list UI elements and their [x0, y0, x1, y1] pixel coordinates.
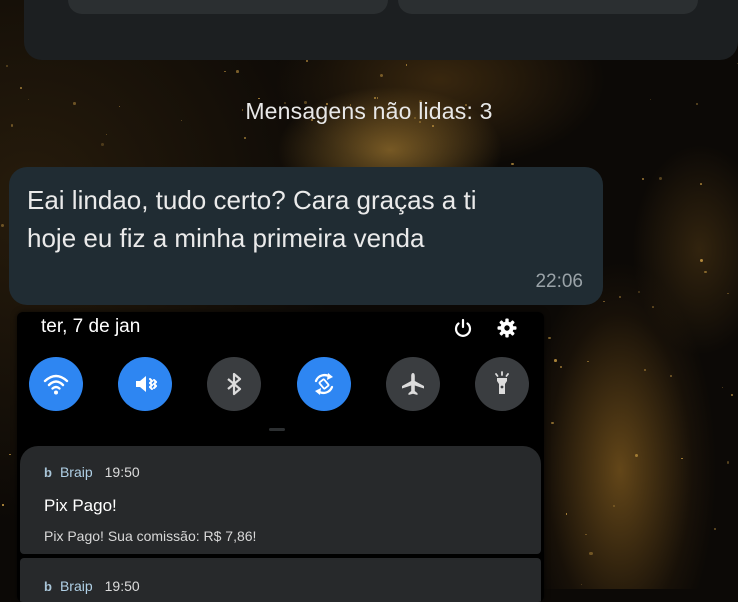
shade-handle[interactable] — [269, 428, 285, 431]
notification-time: 19:50 — [104, 578, 140, 594]
notification-app-name: Braip — [59, 578, 93, 594]
previous-message-right-block — [398, 0, 698, 14]
braip-app-icon: b — [44, 578, 52, 594]
sparkle-dot — [379, 73, 383, 77]
auto-rotate-toggle[interactable] — [296, 357, 351, 411]
flashlight-toggle[interactable] — [474, 357, 529, 411]
sparkle-dot — [713, 528, 716, 531]
sparkle-dot — [700, 183, 702, 185]
previous-message-card — [24, 0, 738, 60]
sparkle-dot — [652, 306, 654, 308]
braip-app-icon: b — [44, 464, 52, 480]
shade-actions — [452, 317, 518, 339]
notification-header: b Braip 19:50 — [44, 578, 140, 594]
message-bubble[interactable]: Eai lindao, tudo certo? Cara graças a ti… — [9, 167, 603, 305]
sparkle-dot — [2, 504, 4, 506]
airplane-toggle[interactable] — [385, 357, 440, 411]
sparkle-dot — [432, 125, 434, 127]
wifi-icon — [43, 374, 69, 395]
notification-app-name: Braip — [59, 464, 93, 480]
sparkle-dot — [100, 142, 104, 146]
bluetooth-toggle[interactable] — [207, 357, 262, 411]
unread-messages-label: Mensagens não lidas: 3 — [245, 98, 493, 124]
message-time: 22:06 — [535, 271, 583, 292]
sparkle-dot — [585, 533, 587, 535]
previous-message-left-block — [68, 0, 388, 14]
airplane-icon — [401, 373, 424, 395]
notification-card[interactable]: b Braip 19:50 — [20, 558, 541, 602]
notification-body: Pix Pago! Sua comissão: R$ 7,86! — [44, 528, 257, 544]
sparkle-dot — [224, 70, 226, 73]
sparkle-dot — [236, 70, 239, 74]
wifi-toggle[interactable] — [29, 357, 83, 411]
notification-header: b Braip 19:50 — [44, 464, 140, 480]
sparkle-dot — [589, 551, 593, 556]
message-text: Eai lindao, tudo certo? Cara graças a ti… — [27, 185, 477, 253]
auto-rotate-icon — [314, 373, 333, 395]
sparkle-dot — [637, 290, 640, 293]
sparkle-dot — [699, 259, 703, 263]
bluetooth-icon — [227, 372, 242, 396]
sparkle-dot — [9, 453, 11, 455]
notification-screenshot[interactable]: ter, 7 de jan b Braip 19:50 Pix Pago! Pi… — [17, 312, 544, 602]
flashlight-icon — [495, 371, 509, 394]
power-icon — [452, 317, 474, 339]
shade-date: ter, 7 de jan — [41, 316, 141, 337]
notification-time: 19:50 — [104, 464, 140, 480]
quick-settings-row — [29, 357, 529, 411]
gear-icon — [496, 317, 518, 339]
sparkle-dot — [669, 374, 672, 377]
vibrate-mute-icon — [136, 376, 158, 392]
sparkle-dot — [618, 295, 621, 298]
sparkle-dot — [643, 368, 646, 371]
notification-title: Pix Pago! — [44, 496, 117, 515]
vibrate-mute-toggle[interactable] — [118, 357, 173, 411]
notification-card[interactable]: b Braip 19:50 Pix Pago! Pix Pago! Sua co… — [20, 446, 541, 554]
